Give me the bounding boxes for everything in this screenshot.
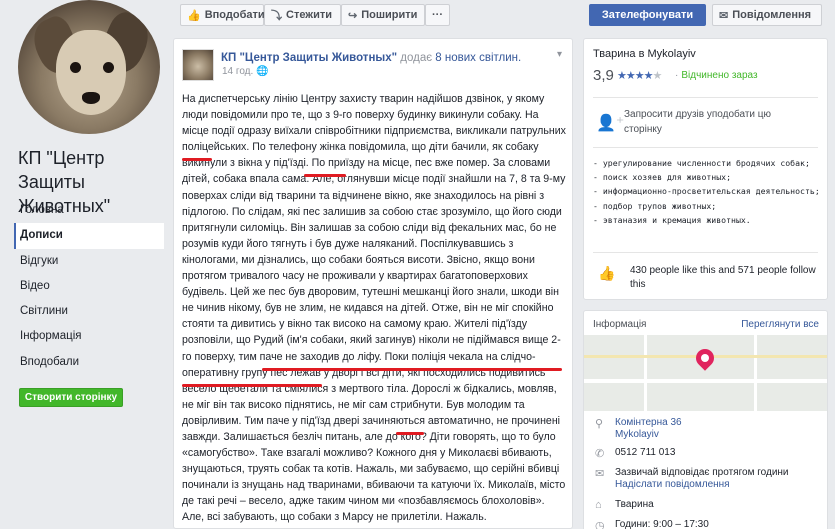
highlight-mark [396, 432, 424, 435]
more-options-button[interactable]: ··· [425, 4, 450, 26]
highlight-mark [262, 368, 562, 371]
clock-icon: ◷ [595, 520, 605, 529]
left-column: КП "Центр Защиты Животных" Головна Допис… [0, 0, 172, 529]
follow-button-label: Стежити [286, 9, 333, 21]
rating-stars[interactable]: ★★★★★ [617, 69, 662, 82]
divider [593, 147, 818, 148]
nav-item-posts[interactable]: Дописи [14, 223, 164, 249]
tag-icon: ⌂ [595, 499, 602, 511]
address-city[interactable]: Mykolayiv [615, 429, 820, 441]
response-time: Зазвичай відповідає протягом години [615, 467, 789, 478]
nav-item-likes[interactable]: Вподобали [14, 350, 164, 375]
category-title: Тварина в Mykolayiv [593, 48, 696, 60]
description-line: - подбор трупов животных; [593, 200, 717, 211]
thumbs-up-icon: 👍 [187, 9, 201, 22]
highlight-mark [304, 174, 346, 177]
rss-icon: ⤵ [271, 10, 282, 22]
share-button-label: Поширити [361, 9, 418, 21]
open-status: · Відчинено зараз [675, 70, 758, 81]
post-header: КП "Центр Защиты Животных" додає 8 нових… [221, 51, 566, 65]
post-author-avatar[interactable] [182, 49, 214, 81]
call-button[interactable]: Зателефонувати [589, 4, 706, 26]
rating-value[interactable]: 3,9 [593, 67, 614, 84]
right-column: Тварина в Mykolayiv 3,9 ★★★★★ · Відчинено… [583, 38, 828, 529]
thumbs-up-icon: 👍 [598, 265, 616, 281]
map-pin-icon [692, 345, 718, 371]
star-icon: ★★★★ [617, 70, 653, 82]
post-body-text: На диспетчерську лінію Центру захисту тв… [182, 93, 566, 524]
invite-friends-link[interactable]: Запросити друзів уподобати цю сторінку [624, 107, 799, 137]
message-button-label: Повідомлення [732, 9, 812, 21]
follow-button[interactable]: ⤵ Стежити [264, 4, 341, 26]
nav-item-reviews[interactable]: Відгуки [14, 249, 164, 274]
address-street[interactable]: Комінтерна 36 [615, 417, 820, 429]
description-line: - информационно-просветительская деятель… [593, 186, 820, 197]
nav-item-videos[interactable]: Відео [14, 274, 164, 299]
page-action-bar: 👍 Вподобати ⤵ Стежити ↪ Поширити ··· Зат… [180, 0, 828, 30]
globe-icon: 🌐 [256, 66, 269, 77]
like-button-label: Вподобати [204, 9, 265, 21]
share-button[interactable]: ↪ Поширити [341, 4, 425, 26]
location-pin-icon: ⚲ [595, 418, 604, 430]
opening-hours: Години: 9:00 – 17:30 [615, 519, 709, 529]
about-card: Тварина в Mykolayiv 3,9 ★★★★★ · Відчинено… [583, 38, 828, 300]
nav-item-home[interactable]: Головна [14, 198, 164, 223]
page-nav: Головна Дописи Відгуки Відео Світлини Ін… [14, 198, 164, 375]
add-friend-icon: 👤⁺ [596, 115, 625, 132]
open-status-text: Відчинено зараз [681, 70, 758, 81]
like-button[interactable]: 👍 Вподобати [180, 4, 265, 26]
page-profile-picture[interactable] [18, 0, 160, 134]
nav-item-photos[interactable]: Світлини [14, 299, 164, 324]
share-arrow-icon: ↪ [348, 9, 358, 22]
category-link[interactable]: Тварина [615, 499, 820, 511]
info-title: Інформація [593, 319, 647, 330]
divider [593, 252, 818, 253]
post-timestamp[interactable]: 14 год. 🌐 [222, 66, 269, 77]
see-all-link[interactable]: Переглянути все [741, 319, 819, 330]
post-author-link[interactable]: КП "Центр Защиты Животных" [221, 52, 397, 64]
post-card: КП "Центр Защиты Животных" додає 8 нових… [173, 38, 573, 529]
location-map[interactable] [584, 335, 827, 411]
messenger-icon: ✉ [719, 9, 729, 22]
star-empty-icon: ★ [652, 70, 662, 82]
post-time-text: 14 год. [222, 66, 254, 77]
divider [593, 97, 818, 98]
new-photos-link[interactable]: 8 нових світлин. [435, 52, 521, 64]
send-message-link[interactable]: Надіслати повідомлення [615, 479, 820, 491]
post-options-chevron-icon[interactable]: ▾ [557, 49, 562, 60]
description-line: - поиск хозяев для животных; [593, 172, 732, 183]
messenger-icon: ✉ [595, 468, 605, 480]
phone-icon: ✆ [595, 448, 605, 460]
description-line: - урегулирование численности бродячих со… [593, 158, 810, 168]
phone-number: 0512 711 013 [615, 447, 676, 458]
create-page-button[interactable]: Створити сторінку [19, 388, 123, 407]
message-button[interactable]: ✉ Повідомлення [712, 4, 822, 26]
info-card: Інформація Переглянути все ⚲ Комінтерна … [583, 310, 828, 529]
nav-item-about[interactable]: Інформація [14, 324, 164, 349]
highlight-mark [182, 384, 322, 387]
likes-count: 430 people like this and 571 people foll… [630, 265, 816, 290]
highlight-mark [182, 158, 212, 161]
page-description: - урегулирование численности бродячих со… [593, 156, 823, 227]
description-line: - эвтаназия и кремация животных. [593, 214, 751, 225]
post-action-text: додає [400, 52, 433, 64]
